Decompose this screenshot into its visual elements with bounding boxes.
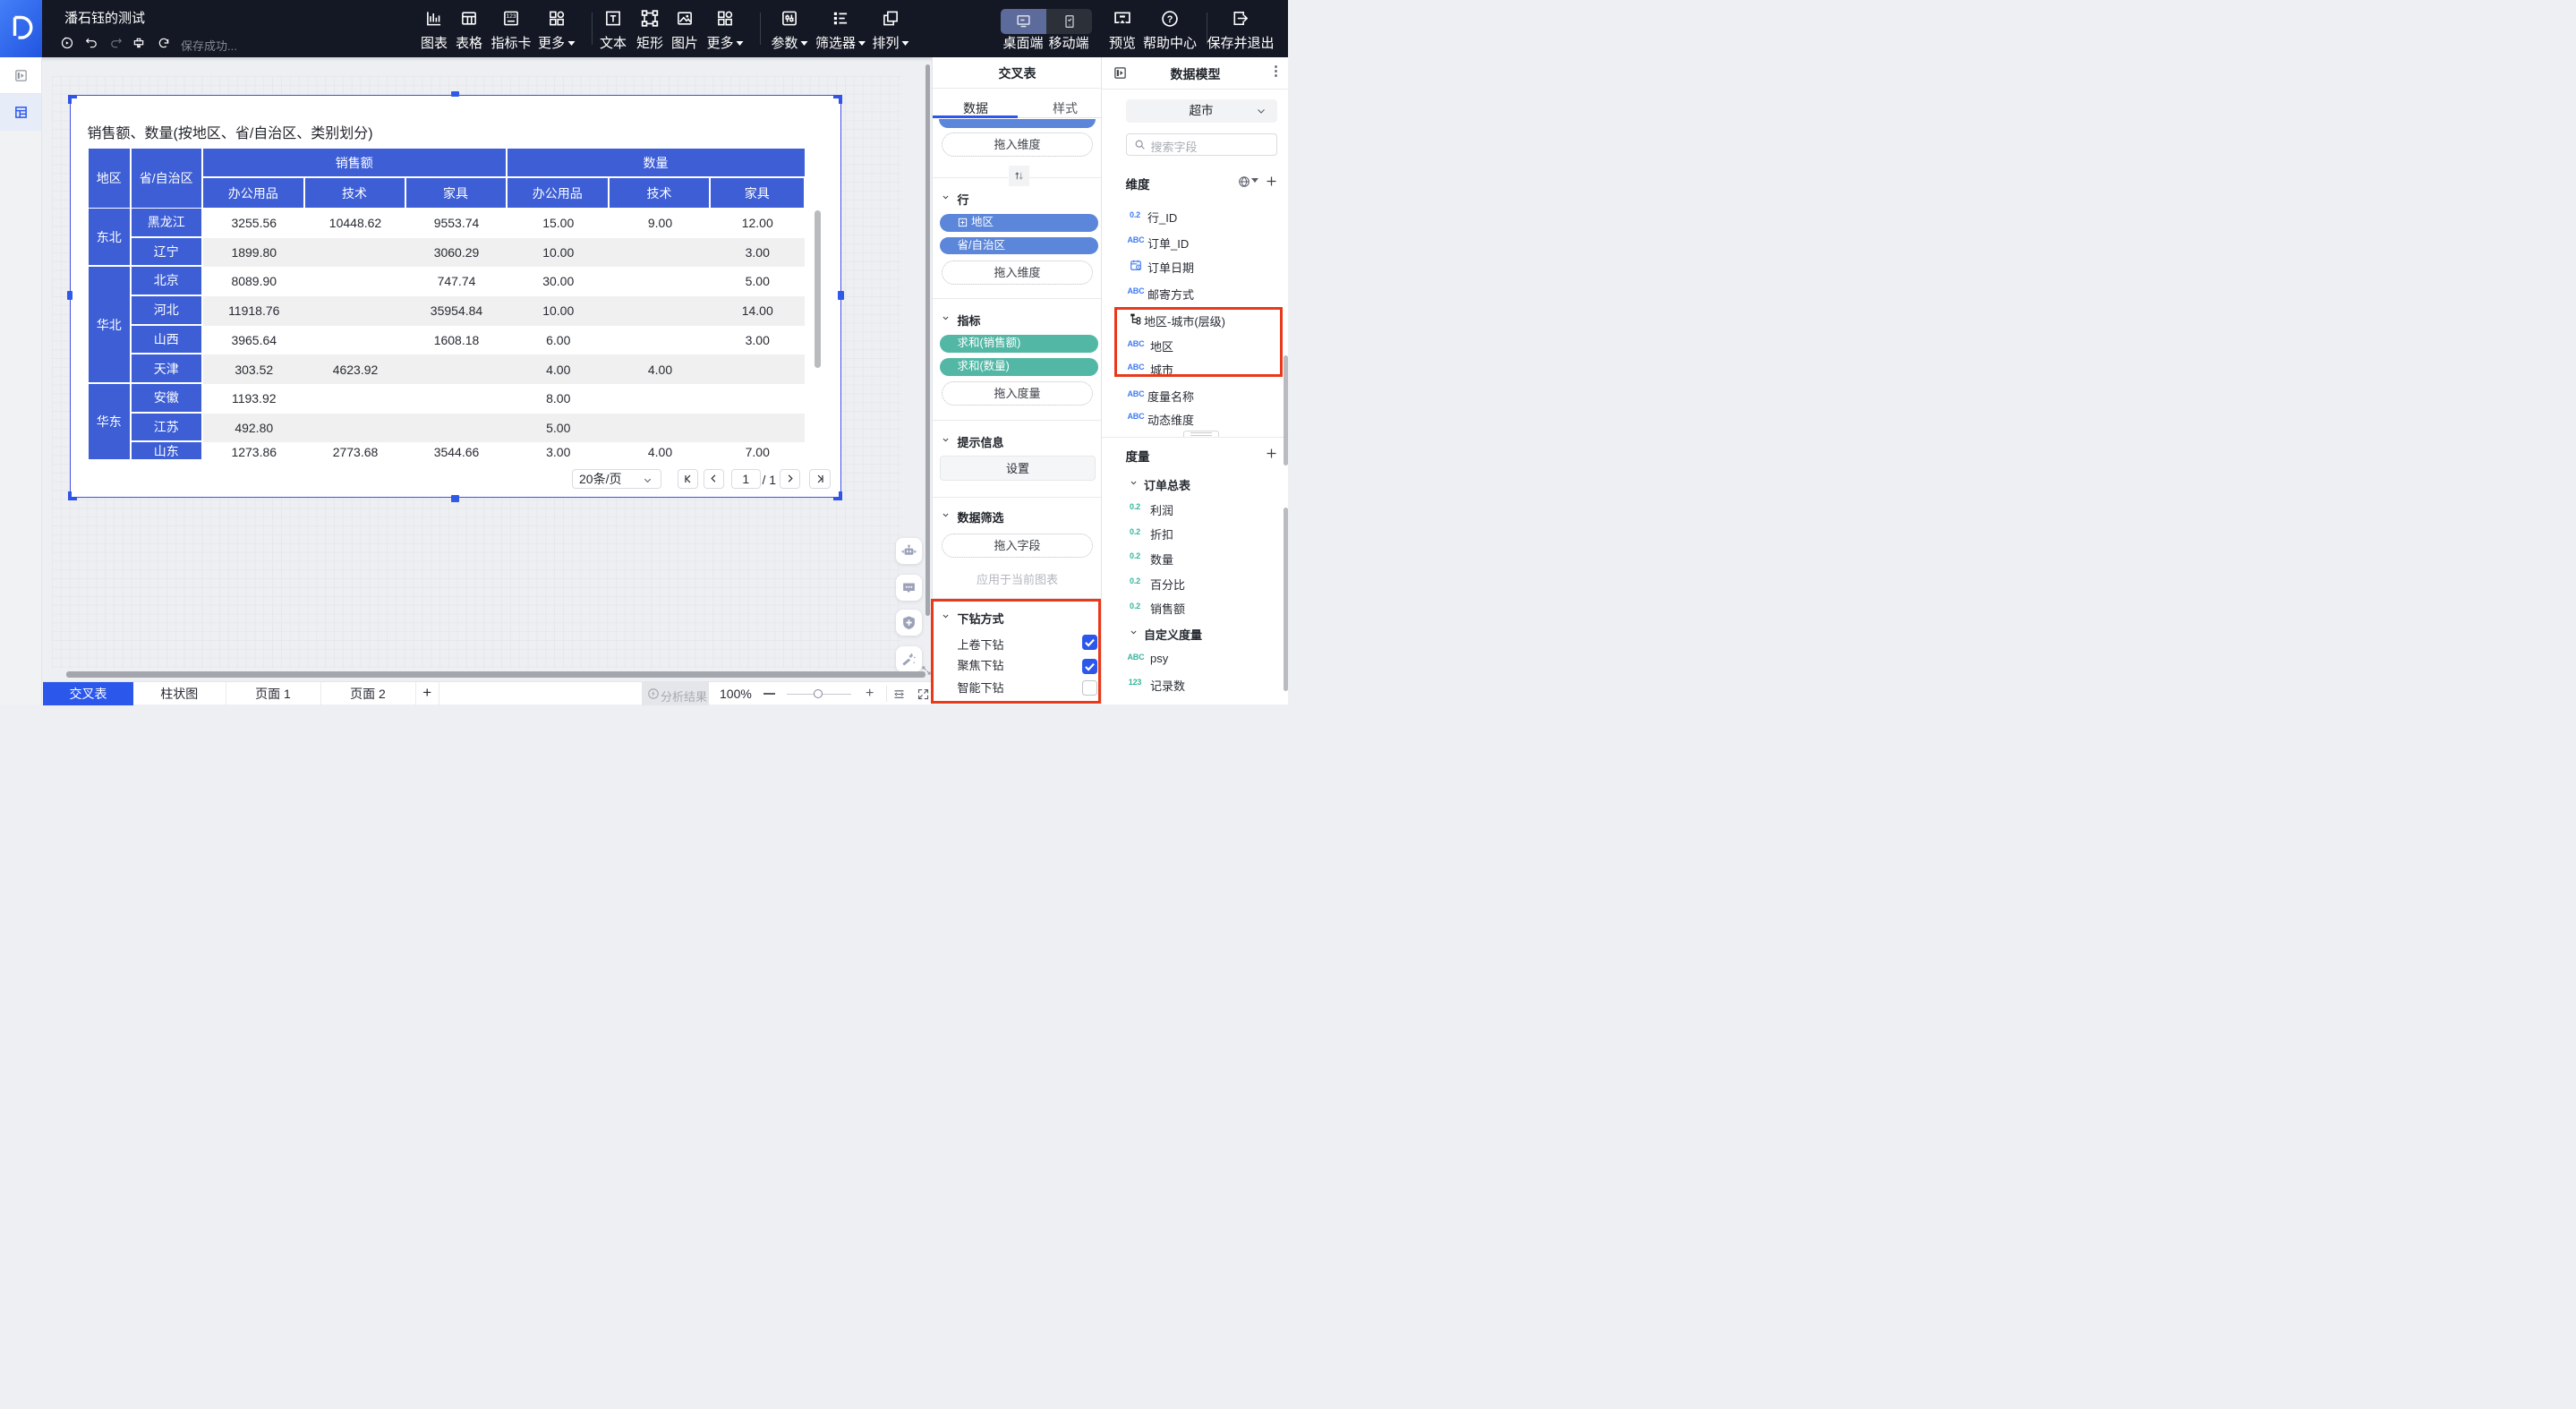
svg-text:?: ? — [1167, 14, 1173, 25]
svg-text:123: 123 — [506, 13, 516, 20]
